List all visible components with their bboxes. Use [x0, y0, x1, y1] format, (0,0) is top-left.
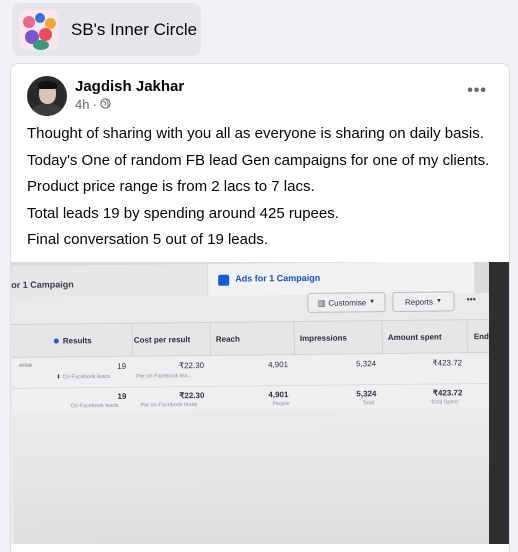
- post-card: Jagdish Jakhar 4h · ••• Thought of shari…: [10, 63, 510, 552]
- post-body: Thought of sharing with you all as every…: [27, 124, 497, 257]
- row-cost-sub: Per on-Facebook leads: [140, 402, 198, 409]
- row-cost-sub: Per on-Facebook lea...: [136, 373, 192, 380]
- group-header[interactable]: SB's Inner Circle: [12, 3, 201, 56]
- post-time[interactable]: 4h: [75, 97, 89, 112]
- photo-more-icon: •••: [466, 294, 476, 305]
- blue-dot-icon: [53, 338, 59, 344]
- row-results: 19: [117, 361, 127, 371]
- post-paragraph: Thought of sharing with you all as every…: [27, 125, 484, 142]
- photo-customise-button: ▥ Customise ▼: [307, 292, 386, 313]
- photo-col-results: Results: [53, 336, 92, 345]
- columns-icon: ▥: [317, 298, 326, 308]
- photo-col-amount: Amount spent: [387, 332, 442, 343]
- post-paragraph: Product price range is from 2 lacs to 7 …: [27, 178, 315, 195]
- photo-col-cost: Cost per result: [133, 335, 191, 345]
- meta-separator: ·: [92, 97, 97, 112]
- row-impressions: 5,324: [356, 389, 377, 399]
- row-spent: ₹423.72: [432, 358, 463, 368]
- row-spent-sub: Total Spent: [430, 399, 459, 406]
- row-impressions: 5,324: [356, 359, 377, 369]
- row-results-sub: On-Facebook leads: [70, 402, 119, 410]
- more-options-button[interactable]: •••: [467, 82, 487, 100]
- row-name: ense: [19, 362, 33, 369]
- photo-empty-area: [12, 406, 509, 544]
- photo-reports-button: Reports ▼: [392, 291, 455, 313]
- row-spent: ₹423.72: [432, 388, 463, 398]
- row-cost: ₹22.30: [179, 390, 205, 401]
- photo-dark-edge: [489, 262, 509, 544]
- post-paragraph: Today's One of random FB lead Gen campai…: [27, 151, 490, 169]
- row-results-sub: ⬇ On-Facebook leads: [56, 373, 111, 381]
- author-name[interactable]: Jagdish Jakhar: [75, 78, 184, 95]
- group-cover-image[interactable]: [19, 9, 59, 50]
- ads-tab-icon: [218, 274, 230, 286]
- row-cost: ₹22.30: [178, 360, 205, 371]
- row-impressions-sub: Total: [362, 400, 375, 407]
- photo-col-impressions: Impressions: [299, 333, 348, 343]
- post-paragraph: Total leads 19 by spending around 425 ru…: [27, 204, 339, 222]
- globe-icon[interactable]: [100, 97, 111, 112]
- row-reach-sub: People: [272, 401, 290, 408]
- author-avatar[interactable]: [27, 76, 67, 116]
- post-meta: 4h ·: [75, 97, 111, 112]
- photo-col-reach: Reach: [215, 334, 240, 344]
- post-photo[interactable]: or 1 Campaign Ads for 1 Campaign ▥ Custo…: [11, 262, 509, 544]
- post-paragraph: Final conversation 5 out of 19 leads.: [27, 231, 268, 248]
- caret-down-icon: ▼: [369, 299, 376, 306]
- caret-down-icon: ▼: [435, 298, 442, 305]
- row-reach: 4,901: [268, 360, 289, 370]
- row-reach: 4,901: [268, 390, 289, 400]
- row-results: 19: [117, 391, 127, 401]
- group-name[interactable]: SB's Inner Circle: [71, 20, 197, 40]
